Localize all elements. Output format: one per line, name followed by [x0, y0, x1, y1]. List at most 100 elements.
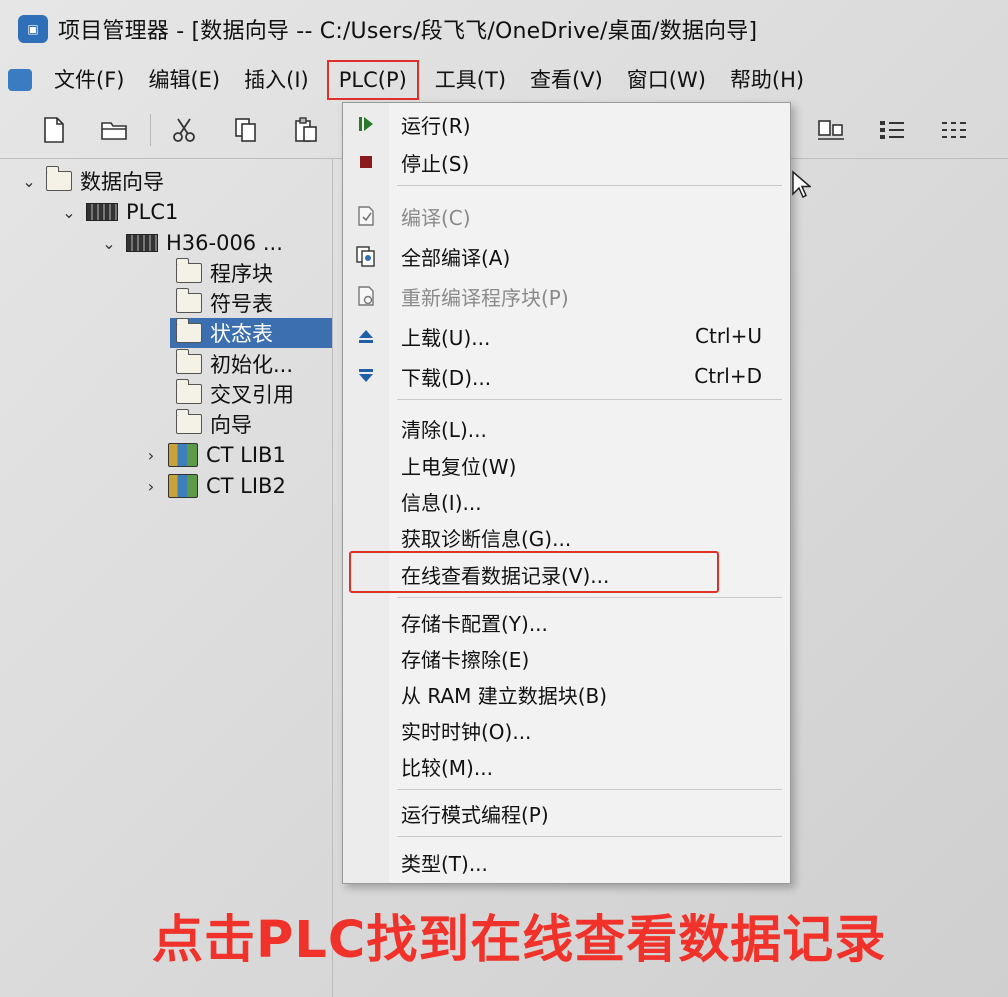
- menu-item-run-mode-edit[interactable]: 运行模式编程(P): [343, 796, 790, 830]
- menu-item-create-db-from-ram[interactable]: 从 RAM 建立数据块(B): [343, 677, 790, 711]
- menu-item-label: 实时时钟(O)...: [401, 719, 532, 744]
- project-tree: ⌄ 数据向导 ⌄ PLC1 ⌄ H36-006 ... 程序块 符号表 状态表: [0, 158, 333, 997]
- folder-icon: [175, 379, 202, 404]
- menu-app-icon[interactable]: [8, 69, 32, 91]
- chevron-down-icon[interactable]: ⌄: [58, 203, 80, 222]
- menu-separator: [397, 836, 782, 837]
- open-folder-icon[interactable]: [98, 114, 130, 146]
- menu-item-label: 存储卡擦除(E): [401, 647, 530, 672]
- plc-icon: [86, 203, 118, 221]
- upload-icon: [343, 327, 389, 345]
- details-view-icon[interactable]: [938, 114, 970, 146]
- menu-item-label: 下载(D)...: [401, 365, 492, 390]
- copy-icon[interactable]: [230, 114, 262, 146]
- menu-item-label: 全部编译(A): [401, 245, 511, 270]
- menu-item-label: 运行(R): [401, 113, 471, 138]
- tree-item-h36[interactable]: ⌄ H36-006 ...: [98, 228, 283, 258]
- tree-item-label: CT LIB2: [206, 474, 286, 498]
- library-icon: [168, 474, 198, 498]
- tree-item-ct-lib2[interactable]: › CT LIB2: [140, 471, 286, 501]
- menu-item-label: 重新编译程序块(P): [401, 285, 569, 310]
- tree-item-label: 交叉引用: [210, 383, 294, 407]
- menu-item-stop[interactable]: 停止(S): [343, 145, 790, 179]
- tree-item-ct-lib1[interactable]: › CT LIB1: [140, 440, 286, 470]
- paste-icon[interactable]: [290, 114, 322, 146]
- menu-help[interactable]: 帮助(H): [718, 60, 816, 100]
- shortcut-label: Ctrl+D: [694, 364, 762, 388]
- menu-item-compare[interactable]: 比较(M)...: [343, 749, 790, 783]
- tree-item-plc1[interactable]: ⌄ PLC1: [58, 197, 178, 227]
- menu-item-memory-card-erase[interactable]: 存储卡擦除(E): [343, 641, 790, 675]
- menu-item-clear[interactable]: 清除(L)...: [343, 411, 790, 445]
- menu-item-real-time-clock[interactable]: 实时时钟(O)...: [343, 713, 790, 747]
- menu-item-run[interactable]: 运行(R): [343, 107, 790, 141]
- menu-item-compile[interactable]: 编译(C): [343, 199, 790, 233]
- list-view-icon[interactable]: [876, 114, 908, 146]
- menu-item-download[interactable]: 下载(D)... Ctrl+D: [343, 359, 790, 393]
- tree-item-label: 数据向导: [80, 170, 164, 194]
- menu-item-label: 存储卡配置(Y)...: [401, 611, 548, 636]
- menu-item-label: 比较(M)...: [401, 755, 493, 780]
- title-bar: ▣ 项目管理器 - [数据向导 -- C:/Users/段飞飞/OneDrive…: [0, 0, 1008, 58]
- menu-tools[interactable]: 工具(T): [423, 60, 518, 100]
- download-icon: [343, 367, 389, 385]
- menu-item-label: 类型(T)...: [401, 851, 488, 876]
- toolbar-separator: [150, 114, 151, 146]
- chevron-down-icon[interactable]: ⌄: [98, 234, 120, 253]
- tree-item-label: H36-006 ...: [166, 231, 283, 255]
- tile-view-icon[interactable]: [815, 114, 847, 146]
- menu-item-label: 运行模式编程(P): [401, 802, 549, 827]
- tree-item-symbol-table[interactable]: 符号表: [175, 288, 273, 318]
- menu-item-compile-all[interactable]: 全部编译(A): [343, 239, 790, 273]
- instruction-caption: 点击PLC找到在线查看数据记录: [152, 911, 887, 970]
- tree-item-status-table[interactable]: 状态表: [170, 318, 332, 348]
- menu-item-label: 编译(C): [401, 205, 471, 230]
- plc-icon: [126, 234, 158, 252]
- compile-icon: [343, 205, 389, 227]
- menu-item-label: 从 RAM 建立数据块(B): [401, 683, 608, 708]
- compile-all-icon: [343, 245, 389, 267]
- tree-item-program-block[interactable]: 程序块: [175, 258, 273, 288]
- menu-window[interactable]: 窗口(W): [615, 60, 718, 100]
- menu-item-type[interactable]: 类型(T)...: [343, 845, 790, 879]
- folder-icon: [175, 258, 202, 283]
- tree-item-cross-reference[interactable]: 交叉引用: [175, 379, 294, 409]
- menu-item-diagnostics[interactable]: 获取诊断信息(G)...: [343, 520, 790, 554]
- highlight-box: [349, 551, 719, 593]
- tree-item-init[interactable]: 初始化...: [175, 349, 293, 379]
- menu-item-upload[interactable]: 上载(U)... Ctrl+U: [343, 319, 790, 353]
- cut-icon[interactable]: [168, 114, 200, 146]
- menu-item-information[interactable]: 信息(I)...: [343, 484, 790, 518]
- chevron-right-icon[interactable]: ›: [140, 446, 162, 465]
- menu-item-label: 上电复位(W): [401, 454, 517, 479]
- plc-dropdown-menu: 运行(R) 停止(S) 编译(C) 全部编译(A) 重新编译程序块(P) 上载(…: [342, 102, 791, 884]
- menu-file[interactable]: 文件(F): [42, 60, 136, 100]
- menu-item-label: 信息(I)...: [401, 490, 482, 515]
- menu-item-memory-card-config[interactable]: 存储卡配置(Y)...: [343, 605, 790, 639]
- menu-bar: 文件(F) 编辑(E) 插入(I) PLC(P) 工具(T) 查看(V) 窗口(…: [0, 58, 1008, 102]
- tree-item-wizard[interactable]: 向导: [175, 409, 252, 439]
- menu-item-recompile-blocks[interactable]: 重新编译程序块(P): [343, 279, 790, 313]
- menu-separator: [397, 597, 782, 598]
- run-icon: [343, 115, 389, 133]
- menu-edit[interactable]: 编辑(E): [136, 60, 232, 100]
- menu-insert[interactable]: 插入(I): [232, 60, 321, 100]
- tree-item-label: 程序块: [210, 262, 273, 286]
- menu-item-power-reset[interactable]: 上电复位(W): [343, 448, 790, 482]
- menu-view[interactable]: 查看(V): [518, 60, 615, 100]
- menu-plc[interactable]: PLC(P): [326, 60, 419, 100]
- menu-item-label: 停止(S): [401, 151, 470, 176]
- mouse-cursor-icon: [792, 170, 811, 199]
- folder-icon: [175, 349, 202, 374]
- tree-item-label: 状态表: [210, 322, 273, 346]
- tree-item-label: 符号表: [210, 292, 273, 316]
- menu-item-label: 清除(L)...: [401, 417, 487, 442]
- new-file-icon[interactable]: [38, 114, 70, 146]
- tree-item-label: CT LIB1: [206, 443, 286, 467]
- chevron-down-icon[interactable]: ⌄: [18, 172, 40, 191]
- chevron-right-icon[interactable]: ›: [140, 477, 162, 496]
- window-title: 项目管理器 - [数据向导 -- C:/Users/段飞飞/OneDrive/桌…: [58, 19, 758, 44]
- stop-icon: [343, 154, 389, 170]
- folder-icon: [45, 166, 72, 191]
- tree-item-data-wizard[interactable]: ⌄ 数据向导: [18, 166, 164, 196]
